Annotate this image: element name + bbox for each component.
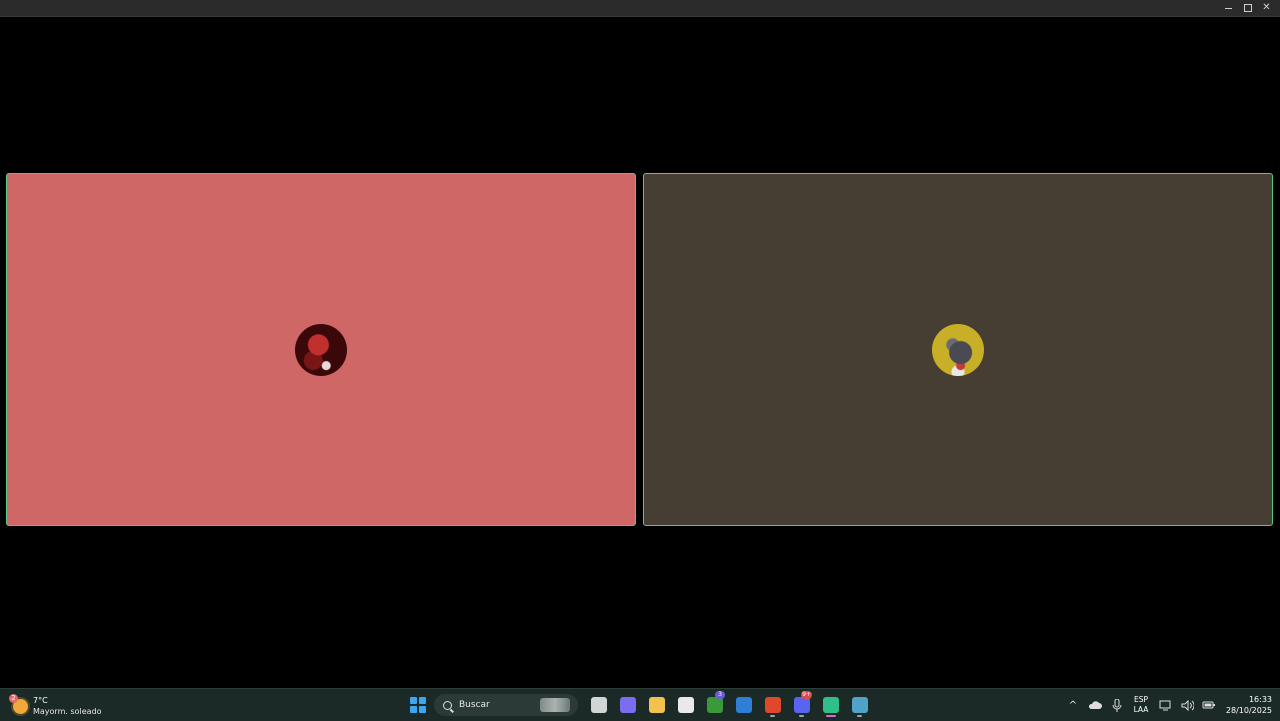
battery-tray-button[interactable] <box>1198 693 1220 717</box>
taskbar-app-button[interactable] <box>729 693 758 717</box>
windows-logo-pane <box>410 706 417 713</box>
show-hidden-icons-button[interactable]: ^ <box>1062 693 1084 717</box>
maximize-button[interactable] <box>1238 0 1257 16</box>
battery-icon <box>1202 701 1215 709</box>
windows-logo-pane <box>410 697 417 704</box>
start-button[interactable] <box>410 697 426 713</box>
taskbar-app-button[interactable] <box>613 693 642 717</box>
xbox-icon <box>706 697 723 713</box>
minimize-button[interactable] <box>1219 0 1238 16</box>
system-tray: ^ ESP LAA 16:33 28/10/2025 <box>1062 693 1272 717</box>
taskbar-app-button[interactable] <box>758 693 787 717</box>
running-indicator <box>770 715 775 717</box>
taskbar-app-button[interactable] <box>642 693 671 717</box>
weather-temp: 7°C <box>33 696 48 705</box>
discord-icon <box>793 697 810 713</box>
clock-button[interactable]: 16:33 28/10/2025 <box>1224 694 1272 716</box>
close-button[interactable]: ✕ <box>1257 0 1276 16</box>
notification-badge: 9+ <box>801 691 812 699</box>
minimize-icon <box>1225 7 1232 9</box>
window-title-bar: ✕ <box>0 0 1280 17</box>
windows-logo-pane <box>419 697 426 704</box>
participant-tile-2[interactable] <box>643 173 1273 526</box>
taskbar-app-button[interactable] <box>671 693 700 717</box>
network-icon <box>1159 700 1170 710</box>
notification-badge: 3 <box>715 691 725 699</box>
taskbar: 2 7°C Mayorm. soleado Buscar 3 9+ ^ ESP <box>0 688 1280 721</box>
meet-app-icon <box>822 697 839 713</box>
participant-avatar-2 <box>932 323 984 376</box>
globe-icon <box>851 697 868 713</box>
participant-tile-1[interactable] <box>6 173 636 526</box>
clock-date: 28/10/2025 <box>1225 706 1272 715</box>
running-indicator <box>799 715 804 717</box>
taskbar-app-button[interactable] <box>584 693 613 717</box>
participant-avatar-1 <box>295 323 347 376</box>
taskbar-center: Buscar 3 9+ <box>410 691 874 717</box>
weather-widget[interactable]: 2 7°C Mayorm. soleado <box>9 693 102 718</box>
window-controls: ✕ <box>1219 0 1276 16</box>
chevron-up-icon: ^ <box>1068 699 1078 711</box>
taskbar-app-button[interactable] <box>845 693 874 717</box>
keyboard-layout: LAA <box>1133 705 1149 714</box>
weather-badge: 2 <box>9 693 18 703</box>
language-code: ESP <box>1133 695 1149 704</box>
network-tray-button[interactable] <box>1154 693 1176 717</box>
outlook-icon <box>735 697 752 713</box>
microphone-icon <box>1112 698 1122 712</box>
volume-tray-button[interactable] <box>1176 693 1198 717</box>
search-icon <box>443 700 452 710</box>
close-icon: ✕ <box>1262 2 1271 13</box>
speaker-icon <box>1181 699 1194 711</box>
cloud-sync-icon <box>1088 701 1102 709</box>
windows-logo-pane <box>419 706 426 713</box>
maximize-icon <box>1243 4 1252 12</box>
input-language-button[interactable]: ESP LAA <box>1128 695 1154 715</box>
clock-time: 16:33 <box>1248 695 1272 704</box>
taskbar-search[interactable]: Buscar <box>434 694 578 716</box>
search-label: Buscar <box>459 700 490 710</box>
pinned-apps: 3 9+ <box>584 691 874 717</box>
copilot-icon <box>619 697 636 713</box>
weather-text: 7°C Mayorm. soleado <box>33 695 102 717</box>
taskbar-app-button[interactable] <box>816 693 845 717</box>
running-indicator <box>826 715 836 717</box>
microsoft-store-icon <box>677 697 694 713</box>
file-explorer-icon <box>648 697 665 713</box>
weather-desc: Mayorm. soleado <box>33 707 102 716</box>
onedrive-tray-button[interactable] <box>1084 693 1106 717</box>
brave-icon <box>764 697 781 713</box>
running-indicator <box>857 715 862 717</box>
task-view-icon <box>590 697 607 713</box>
search-highlight-image <box>540 698 570 712</box>
taskbar-app-button[interactable]: 9+ <box>787 691 816 717</box>
taskbar-app-button[interactable]: 3 <box>700 691 729 717</box>
microphone-tray-button[interactable] <box>1106 693 1128 717</box>
weather-sun-icon: 2 <box>9 693 28 714</box>
